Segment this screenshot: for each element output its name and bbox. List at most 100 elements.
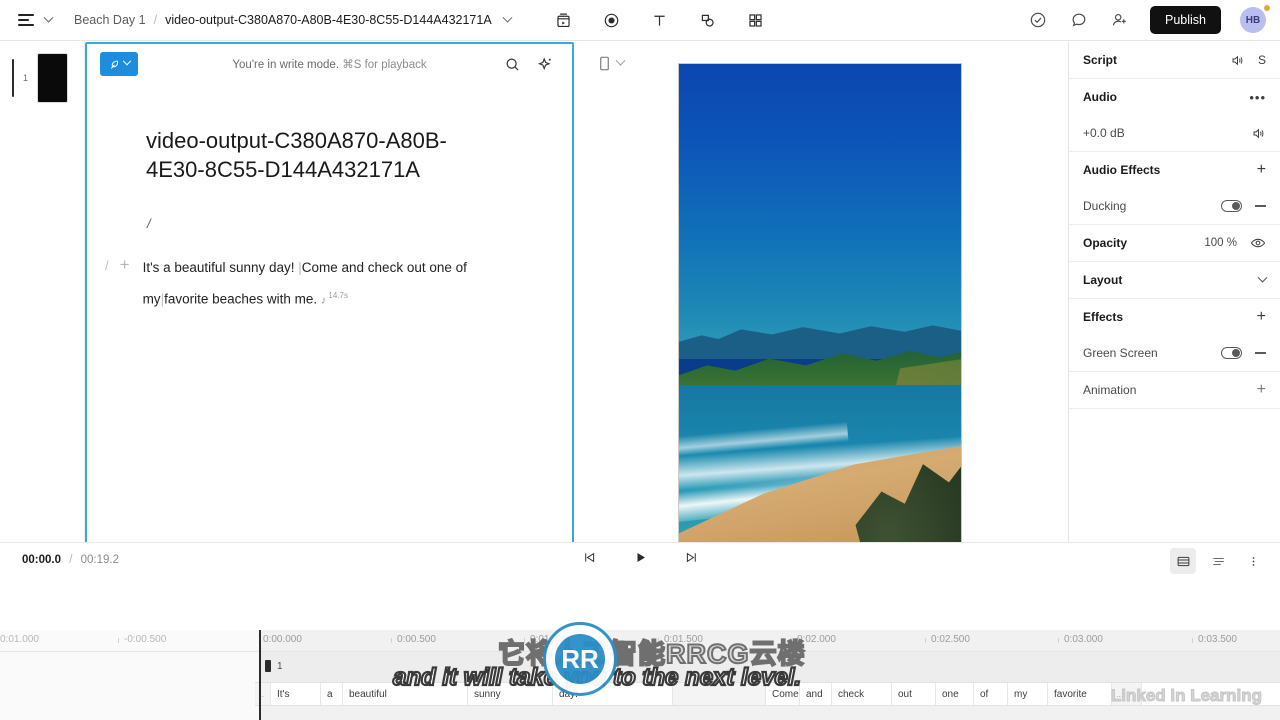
pen-chevron-down-icon[interactable] — [122, 56, 132, 66]
word-cell[interactable]: day! — [553, 683, 673, 705]
preview-pane — [574, 42, 1068, 605]
gutter-add-icon[interactable]: + — [120, 256, 130, 273]
transport-controls — [0, 550, 1280, 565]
property-row-animation[interactable]: Animation + — [1069, 372, 1280, 408]
write-mode-status: You're in write mode. ⌘S for playback — [87, 57, 572, 71]
properties-panel: Script S Audio ••• +0.0 dB Audio Effects… — [1068, 42, 1280, 542]
property-row-script[interactable]: Script S — [1069, 42, 1280, 78]
property-row-green-screen[interactable]: Green Screen — [1069, 335, 1280, 371]
word-cell[interactable]: and — [800, 683, 832, 705]
timeline[interactable]: 0:01.000 -0:00.500 0:00.000 0:00.500 0:0… — [0, 630, 1280, 720]
aspect-chevron-down-icon[interactable] — [615, 55, 626, 66]
word-cell[interactable]: .. — [255, 683, 271, 705]
hamburger-menu-icon[interactable] — [18, 10, 38, 30]
slash-command-marker[interactable]: / — [147, 216, 572, 231]
comment-icon[interactable] — [1068, 9, 1090, 31]
add-person-icon[interactable] — [1109, 9, 1131, 31]
remove-ducking-icon[interactable] — [1255, 205, 1266, 207]
layout-chevron-down-icon[interactable] — [1257, 272, 1268, 283]
text-tool-icon[interactable] — [649, 9, 671, 31]
divider — [1069, 408, 1280, 409]
timeline-ruler[interactable]: 0:01.000 -0:00.500 0:00.000 0:00.500 0:0… — [0, 630, 1280, 652]
property-label-effects: Effects — [1083, 310, 1124, 324]
avatar-status-dot — [1264, 5, 1270, 11]
property-label-opacity: Opacity — [1083, 236, 1128, 250]
speaker-icon[interactable] — [1251, 126, 1266, 141]
word-cell[interactable]: It's — [271, 683, 321, 705]
record-screen-icon[interactable] — [553, 9, 575, 31]
word-cell[interactable]: one — [936, 683, 974, 705]
timeline-clip-badge: 1 — [265, 660, 283, 672]
word-cell[interactable]: a — [321, 683, 343, 705]
slide-rail-item[interactable]: 1 — [0, 41, 84, 103]
word-track[interactable]: .. It's a beautiful sunny day! Come and … — [255, 682, 1280, 706]
ai-sparkle-icon[interactable] — [537, 56, 554, 73]
video-preview[interactable] — [678, 63, 962, 574]
transport-view-toggles — [1170, 548, 1266, 574]
ruler-tick: 0:00.500 — [397, 634, 436, 645]
breadcrumb-file[interactable]: video-output-C380A870-A80B-4E30-8C55-D14… — [165, 13, 492, 27]
record-circle-icon[interactable] — [601, 9, 623, 31]
search-icon[interactable] — [504, 56, 521, 73]
property-row-audio-gain[interactable]: +0.0 dB — [1069, 115, 1280, 151]
breadcrumb-project[interactable]: Beach Day 1 — [74, 13, 146, 27]
word-cell[interactable]: of — [974, 683, 1008, 705]
clip-thumbnail-icon — [265, 660, 271, 672]
timeline-clip[interactable]: 1 — [259, 652, 1280, 682]
shapes-icon[interactable] — [697, 9, 719, 31]
opacity-value[interactable]: 100 % — [1204, 237, 1237, 249]
ducking-toggle[interactable] — [1221, 200, 1242, 212]
property-row-ducking[interactable]: Ducking — [1069, 188, 1280, 224]
script-editor-pane[interactable]: You're in write mode. ⌘S for playback vi… — [85, 42, 574, 588]
play-icon[interactable] — [633, 550, 648, 565]
gutter-slash-icon[interactable]: / — [105, 258, 109, 273]
remove-green-screen-icon[interactable] — [1255, 352, 1266, 354]
ruler-tickmark — [524, 638, 525, 643]
write-mode-pen-icon[interactable] — [100, 52, 138, 76]
slide-thumbnail[interactable] — [37, 53, 69, 103]
voice-clip-icon[interactable]: ♪ — [321, 295, 327, 307]
publish-button[interactable]: Publish — [1150, 6, 1221, 34]
list-view-icon[interactable] — [1205, 548, 1231, 574]
top-bar-left — [0, 10, 54, 30]
property-row-effects[interactable]: Effects + — [1069, 299, 1280, 335]
avatar[interactable]: HB — [1240, 5, 1270, 33]
preview-sky — [679, 64, 961, 350]
script-paragraph[interactable]: It's a beautiful sunny day! |Come and ch… — [143, 254, 518, 315]
add-animation-icon[interactable]: + — [1257, 382, 1266, 398]
word-cell[interactable]: out — [892, 683, 936, 705]
green-screen-toggle[interactable] — [1221, 347, 1242, 359]
property-row-layout[interactable]: Layout — [1069, 262, 1280, 298]
timeline-playhead[interactable] — [259, 630, 261, 720]
clip-view-icon[interactable] — [1170, 548, 1196, 574]
avatar-initials: HB — [1245, 14, 1261, 26]
word-cell[interactable]: favorite — [1048, 683, 1112, 705]
chevron-down-icon[interactable] — [43, 12, 54, 23]
write-mode-shortcut: ⌘S for playback — [342, 59, 427, 71]
word-cell[interactable]: check — [832, 683, 892, 705]
grid-icon[interactable] — [745, 9, 767, 31]
speaker-icon[interactable] — [1230, 53, 1245, 68]
word-cell[interactable]: Come — [766, 683, 800, 705]
eye-icon[interactable] — [1250, 235, 1266, 251]
more-horizontal-icon[interactable]: ••• — [1249, 90, 1266, 105]
add-effect-icon[interactable]: + — [1257, 309, 1266, 325]
word-gap-cell[interactable] — [673, 683, 766, 705]
breadcrumb-chevron-down-icon[interactable] — [502, 12, 513, 23]
property-row-audio-effects[interactable]: Audio Effects + — [1069, 152, 1280, 188]
paragraph-gutter: / + — [105, 254, 130, 315]
more-vertical-icon[interactable] — [1240, 548, 1266, 574]
word-cell[interactable]: beautiful — [343, 683, 468, 705]
portrait-frame-icon[interactable] — [598, 56, 611, 71]
word-cell[interactable]: my — [1008, 683, 1048, 705]
word-cell[interactable]: sunny — [468, 683, 553, 705]
property-row-audio[interactable]: Audio ••• — [1069, 79, 1280, 115]
document-title[interactable]: video-output-C380A870-A80B-4E30-8C55-D14… — [146, 126, 496, 184]
check-circle-icon[interactable] — [1027, 9, 1049, 31]
skip-to-start-icon[interactable] — [582, 550, 597, 565]
property-script-shortcut[interactable]: S — [1258, 53, 1266, 67]
property-row-opacity[interactable]: Opacity 100 % — [1069, 225, 1280, 261]
skip-to-end-icon[interactable] — [684, 550, 699, 565]
add-audio-effect-icon[interactable]: + — [1257, 162, 1266, 178]
word-cell[interactable]: ... — [1112, 683, 1142, 705]
